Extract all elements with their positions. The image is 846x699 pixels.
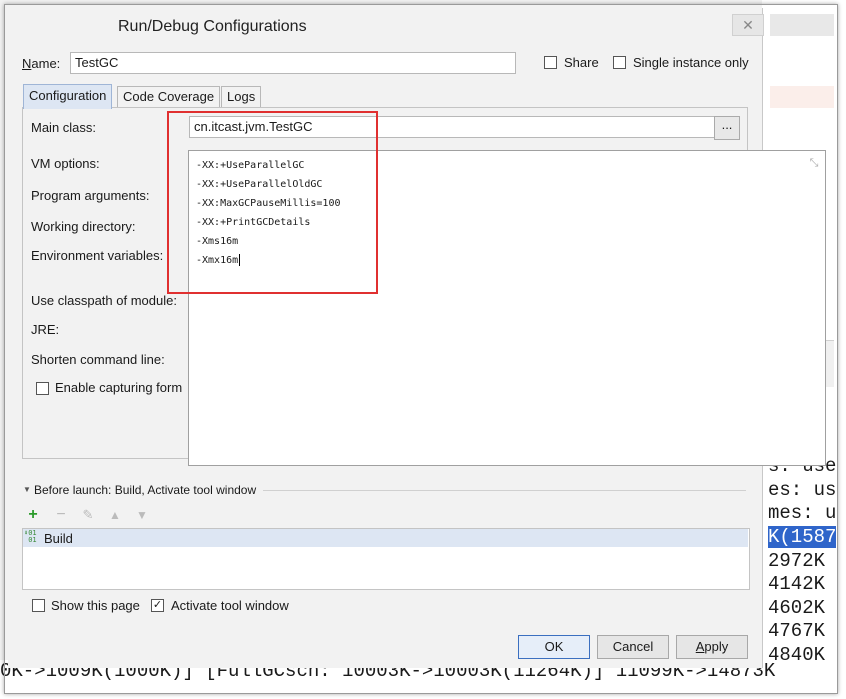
shorten-command-label: Shorten command line: <box>31 352 165 367</box>
cancel-button[interactable]: Cancel <box>597 635 669 659</box>
console-line: 4602K <box>768 596 826 619</box>
vm-option-line: -XX:+PrintGCDetails <box>196 217 311 228</box>
working-directory-label: Working directory: <box>31 219 136 234</box>
ok-button[interactable]: OK <box>518 635 590 659</box>
close-icon[interactable]: ✕ <box>732 14 764 36</box>
vm-option-line: -XX:MaxGCPauseMillis=100 <box>196 198 341 209</box>
share-label: Share <box>564 55 599 70</box>
build-item-label: Build <box>44 531 73 546</box>
console-line: es: us <box>768 478 837 501</box>
collapse-icon[interactable]: ⤡ <box>807 156 821 170</box>
background-tab-strip <box>770 14 834 36</box>
vm-option-line-last: -Xmx16m <box>196 251 341 270</box>
console-line: K(1587 <box>768 526 837 548</box>
activate-tool-window-checkbox[interactable]: ✓ <box>151 599 164 612</box>
console-line: mes: u <box>768 502 837 525</box>
show-this-page-label: Show this page <box>51 598 140 613</box>
single-instance-checkbox[interactable] <box>613 56 626 69</box>
use-classpath-label: Use classpath of module: <box>31 293 177 308</box>
move-up-icon[interactable]: ▲ <box>106 506 124 524</box>
move-down-icon[interactable]: ▼ <box>133 506 151 524</box>
remove-icon[interactable]: − <box>52 506 70 524</box>
tab-code-coverage[interactable]: Code Coverage <box>117 86 221 107</box>
vm-option-line: -Xms16m <box>196 236 239 247</box>
tab-configuration[interactable]: Configuration <box>23 84 113 109</box>
console-line: 4767K <box>768 620 826 643</box>
edit-icon[interactable]: ✎ <box>79 506 97 524</box>
activate-tool-window-label: Activate tool window <box>171 598 289 613</box>
dialog-title: Run/Debug Configurations <box>118 18 307 35</box>
jre-label: JRE: <box>31 322 60 337</box>
before-launch-label: Before launch: Build, Activate tool wind… <box>34 483 257 497</box>
vm-option-line: -XX:+UseParallelOldGC <box>196 179 323 190</box>
main-class-label: Main class: <box>31 120 97 135</box>
apply-button-rest: pply <box>704 639 729 654</box>
share-checkbox[interactable] <box>544 56 557 69</box>
vm-options-label: VM options: <box>31 156 100 171</box>
name-label-rest: ame: <box>31 56 61 71</box>
separator <box>263 490 746 491</box>
console-line: 2972K <box>768 549 826 572</box>
text-cursor <box>239 254 241 266</box>
list-item[interactable] <box>23 529 748 547</box>
main-class-input[interactable]: cn.itcast.jvm.TestGC <box>189 116 715 138</box>
console-line: 4142K <box>768 573 826 596</box>
expand-arrow-icon[interactable]: ▼ <box>23 485 31 494</box>
name-label: Name: <box>22 56 61 71</box>
tab-logs[interactable]: Logs <box>221 86 262 107</box>
vm-option-line-text: -Xmx16m <box>196 255 239 266</box>
name-input[interactable]: TestGC <box>70 52 516 74</box>
build-icon: ⬇01 01 <box>24 529 37 544</box>
show-this-page-checkbox[interactable] <box>32 599 45 612</box>
vm-option-line: -XX:+UseParallelGC <box>196 160 305 171</box>
program-arguments-label: Program arguments: <box>31 188 150 203</box>
vm-options-text[interactable]: -XX:+UseParallelGC -XX:+UseParallelOldGC… <box>196 156 341 270</box>
enable-capturing-checkbox[interactable] <box>36 382 49 395</box>
enable-capturing-label: Enable capturing form <box>55 380 183 395</box>
background-highlight-line <box>770 86 834 108</box>
single-instance-label: Single instance only <box>633 55 749 70</box>
browse-main-class-button[interactable]: ... <box>714 116 740 140</box>
apply-button[interactable]: Apply <box>676 635 748 659</box>
add-icon[interactable]: + <box>24 506 42 524</box>
environment-variables-label: Environment variables: <box>31 248 164 263</box>
